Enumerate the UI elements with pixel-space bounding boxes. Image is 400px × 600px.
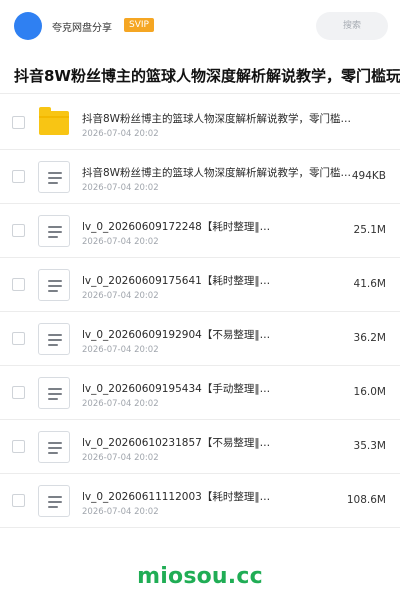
row-checkbox[interactable] bbox=[12, 332, 25, 345]
file-size: 108.6M bbox=[346, 494, 386, 506]
document-icon bbox=[38, 431, 70, 463]
file-size: 494KB bbox=[351, 170, 386, 182]
top-bar: 夸克网盘分享 SVIP 搜索 bbox=[0, 0, 400, 52]
file-row[interactable]: lv_0_20260609195434【手动整理‖… 2026-07-04 20… bbox=[0, 366, 400, 420]
watermark: miosou.cc bbox=[137, 564, 263, 589]
document-icon bbox=[38, 269, 70, 301]
file-name: lv_0_20260611112003【耗时整理‖… bbox=[82, 491, 271, 503]
file-name: 抖音8W粉丝博主的篮球人物深度解析解说教学，零门槛… bbox=[82, 167, 352, 179]
file-name: 抖音8W粉丝博主的篮球人物深度解析解说教学，零门槛… bbox=[82, 113, 352, 125]
search-input[interactable]: 搜索 bbox=[316, 12, 388, 40]
folder-icon bbox=[38, 107, 70, 139]
row-checkbox[interactable] bbox=[12, 386, 25, 399]
row-checkbox[interactable] bbox=[12, 170, 25, 183]
file-date: 2026-07-04 20:02 bbox=[82, 399, 159, 409]
file-date: 2026-07-04 20:02 bbox=[82, 453, 159, 463]
file-row[interactable]: lv_0_20260609192904【不易整理‖… 2026-07-04 20… bbox=[0, 312, 400, 366]
file-row[interactable]: lv_0_20260610231857【不易整理‖… 2026-07-04 20… bbox=[0, 420, 400, 474]
app-name: 夸克网盘分享 bbox=[52, 23, 112, 34]
svip-badge: SVIP bbox=[124, 18, 154, 32]
document-icon bbox=[38, 323, 70, 355]
page-title: 抖音8W粉丝博主的篮球人物深度解析解说教学，零门槛玩转 bbox=[14, 67, 400, 85]
row-checkbox[interactable] bbox=[12, 224, 25, 237]
file-date: 2026-07-04 20:02 bbox=[82, 129, 159, 139]
file-name: lv_0_20260609195434【手动整理‖… bbox=[82, 383, 271, 395]
document-icon bbox=[38, 377, 70, 409]
file-size: 25.1M bbox=[353, 224, 386, 236]
row-checkbox[interactable] bbox=[12, 494, 25, 507]
file-date: 2026-07-04 20:02 bbox=[82, 291, 159, 301]
file-name: lv_0_20260609192904【不易整理‖… bbox=[82, 329, 271, 341]
document-icon bbox=[38, 485, 70, 517]
avatar[interactable] bbox=[14, 12, 42, 40]
file-name: lv_0_20260610231857【不易整理‖… bbox=[82, 437, 271, 449]
file-size: 16.0M bbox=[353, 386, 386, 398]
file-size: 41.6M bbox=[353, 278, 386, 290]
file-date: 2026-07-04 20:02 bbox=[82, 345, 159, 355]
document-icon bbox=[38, 161, 70, 193]
file-row[interactable]: lv_0_20260611112003【耗时整理‖… 2026-07-04 20… bbox=[0, 474, 400, 528]
row-checkbox[interactable] bbox=[12, 278, 25, 291]
file-row[interactable]: lv_0_20260609172248【耗时整理‖… 2026-07-04 20… bbox=[0, 204, 400, 258]
file-name: lv_0_20260609172248【耗时整理‖… bbox=[82, 221, 271, 233]
file-name: lv_0_20260609175641【耗时整理‖… bbox=[82, 275, 271, 287]
file-row[interactable]: 抖音8W粉丝博主的篮球人物深度解析解说教学，零门槛… 2026-07-04 20… bbox=[0, 150, 400, 204]
file-size: 35.3M bbox=[353, 440, 386, 452]
share-title-bar: 抖音8W粉丝博主的篮球人物深度解析解说教学，零门槛玩转 bbox=[0, 54, 400, 94]
file-row[interactable]: lv_0_20260609175641【耗时整理‖… 2026-07-04 20… bbox=[0, 258, 400, 312]
row-checkbox[interactable] bbox=[12, 116, 25, 129]
file-date: 2026-07-04 20:02 bbox=[82, 507, 159, 517]
row-checkbox[interactable] bbox=[12, 440, 25, 453]
file-row[interactable]: 抖音8W粉丝博主的篮球人物深度解析解说教学，零门槛… 2026-07-04 20… bbox=[0, 96, 400, 150]
file-date: 2026-07-04 20:02 bbox=[82, 183, 159, 193]
file-list: 抖音8W粉丝博主的篮球人物深度解析解说教学，零门槛… 2026-07-04 20… bbox=[0, 96, 400, 528]
file-date: 2026-07-04 20:02 bbox=[82, 237, 159, 247]
document-icon bbox=[38, 215, 70, 247]
file-size: 36.2M bbox=[353, 332, 386, 344]
